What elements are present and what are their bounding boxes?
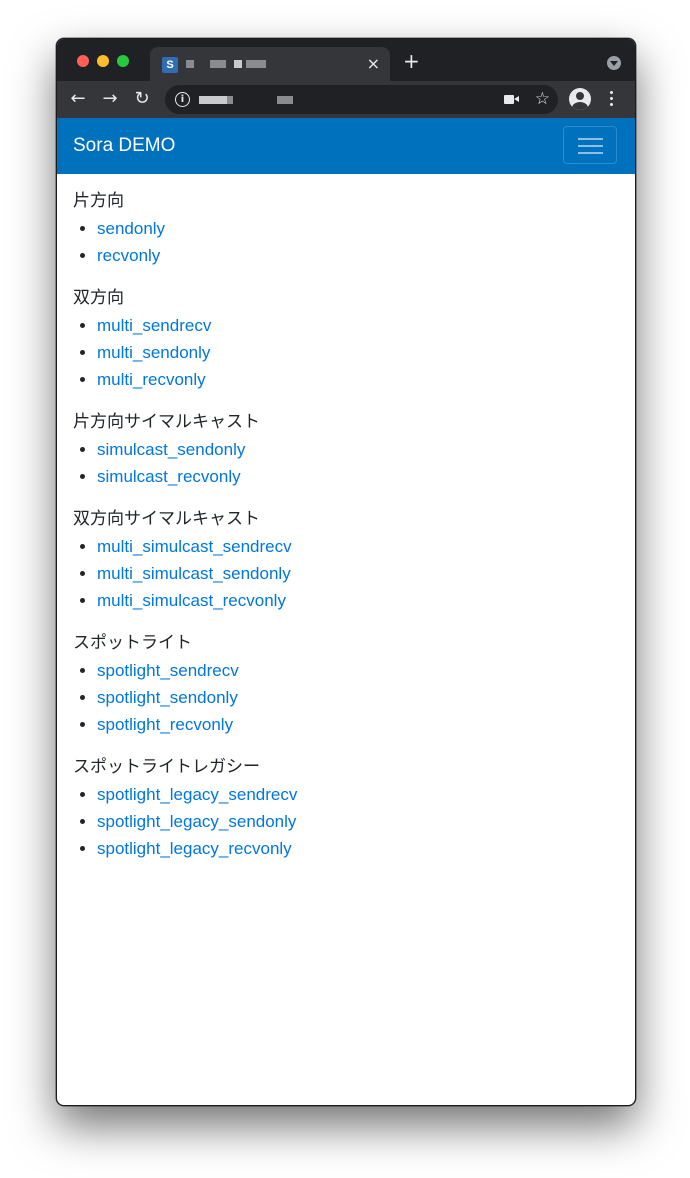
link-spotlight-recvonly[interactable]: spotlight_recvonly [97, 715, 233, 734]
link-recvonly[interactable]: recvonly [97, 246, 160, 265]
tab-title-redacted [234, 60, 242, 68]
list-item: multi_sendonly [97, 339, 613, 366]
link-multi-recvonly[interactable]: multi_recvonly [97, 370, 206, 389]
url-redacted [277, 96, 293, 104]
section-spotlight-legacy: スポットライトレガシー spotlight_legacy_sendrecv sp… [73, 754, 613, 862]
browser-tab[interactable]: S × [150, 47, 390, 81]
tab-search-icon[interactable] [607, 56, 621, 70]
list-item: multi_simulcast_sendrecv [97, 533, 613, 560]
tab-title-redacted [246, 60, 266, 68]
tab-close-icon[interactable]: × [367, 54, 380, 74]
section-bidirectional: 双方向 multi_sendrecv multi_sendonly multi_… [73, 285, 613, 393]
link-simulcast-recvonly[interactable]: simulcast_recvonly [97, 467, 241, 486]
back-icon[interactable]: ← [67, 87, 89, 111]
browser-toolbar: ← → ↻ i ☆ [57, 81, 635, 118]
list-item: multi_simulcast_sendonly [97, 560, 613, 587]
list-item: multi_sendrecv [97, 312, 613, 339]
maximize-window-button[interactable] [117, 55, 129, 67]
site-info-icon[interactable]: i [175, 92, 190, 107]
section-oneway: 片方向 sendonly recvonly [73, 188, 613, 269]
site-favicon-icon: S [162, 57, 178, 73]
bookmark-star-icon[interactable]: ☆ [535, 88, 550, 110]
list-item: spotlight_legacy_sendonly [97, 808, 613, 835]
new-tab-icon[interactable]: + [403, 51, 420, 71]
link-multi-simulcast-recvonly[interactable]: multi_simulcast_recvonly [97, 591, 286, 610]
section-title: 双方向 [73, 288, 124, 308]
tab-strip: S × + [57, 39, 635, 81]
link-spotlight-legacy-sendonly[interactable]: spotlight_legacy_sendonly [97, 812, 296, 831]
list-item: spotlight_sendonly [97, 684, 613, 711]
navbar-brand[interactable]: Sora DEMO [73, 134, 175, 158]
section-title: 片方向 [73, 191, 124, 211]
section-title: スポットライトレガシー [73, 757, 260, 777]
section-title: スポットライト [73, 633, 192, 653]
forward-icon[interactable]: → [99, 87, 121, 111]
list-item: simulcast_recvonly [97, 463, 613, 490]
link-multi-simulcast-sendrecv[interactable]: multi_simulcast_sendrecv [97, 537, 292, 556]
section-title: 双方向サイマルキャスト [73, 509, 260, 529]
section-bidirectional-simulcast: 双方向サイマルキャスト multi_simulcast_sendrecv mul… [73, 506, 613, 614]
tab-title-redacted [210, 60, 226, 68]
link-spotlight-sendrecv[interactable]: spotlight_sendrecv [97, 661, 239, 680]
link-sendonly[interactable]: sendonly [97, 219, 165, 238]
section-spotlight: スポットライト spotlight_sendrecv spotlight_sen… [73, 630, 613, 738]
more-menu-icon[interactable] [610, 91, 614, 109]
link-spotlight-legacy-recvonly[interactable]: spotlight_legacy_recvonly [97, 839, 292, 858]
list-item: multi_simulcast_recvonly [97, 587, 613, 614]
url-redacted [199, 96, 227, 104]
browser-window: S × + ← → ↻ i ☆ Sora DEMO 片方向 • sendonly… [56, 38, 636, 1106]
address-bar[interactable]: i ☆ [165, 85, 558, 114]
link-spotlight-legacy-sendrecv[interactable]: spotlight_legacy_sendrecv [97, 785, 297, 804]
hamburger-icon [578, 145, 603, 147]
account-icon[interactable] [569, 88, 591, 110]
navbar: Sora DEMO [57, 118, 635, 174]
link-spotlight-sendonly[interactable]: spotlight_sendonly [97, 688, 238, 707]
section-oneway-simulcast: 片方向サイマルキャスト simulcast_sendonly simulcast… [73, 409, 613, 490]
list-item: spotlight_legacy_recvonly [97, 835, 613, 862]
section-title: 片方向サイマルキャスト [73, 412, 260, 432]
list-item: recvonly [97, 242, 613, 269]
url-redacted [227, 96, 233, 104]
tab-title-redacted [186, 60, 194, 68]
list-item: spotlight_recvonly [97, 711, 613, 738]
demo-list: 片方向 sendonly recvonly 双方向 multi_sendrecv… [73, 188, 613, 878]
list-item: spotlight_legacy_sendrecv [97, 781, 613, 808]
link-multi-sendonly[interactable]: multi_sendonly [97, 343, 210, 362]
list-item: sendonly [97, 215, 613, 242]
close-window-button[interactable] [77, 55, 89, 67]
list-item: spotlight_sendrecv [97, 657, 613, 684]
reload-icon[interactable]: ↻ [131, 87, 153, 111]
link-simulcast-sendonly[interactable]: simulcast_sendonly [97, 440, 245, 459]
link-multi-simulcast-sendonly[interactable]: multi_simulcast_sendonly [97, 564, 291, 583]
list-item: simulcast_sendonly [97, 436, 613, 463]
minimize-window-button[interactable] [97, 55, 109, 67]
link-multi-sendrecv[interactable]: multi_sendrecv [97, 316, 211, 335]
hamburger-icon [578, 152, 603, 154]
list-item: multi_recvonly [97, 366, 613, 393]
navbar-toggler-button[interactable] [563, 126, 617, 164]
hamburger-icon [578, 138, 603, 140]
camera-icon[interactable] [504, 95, 519, 104]
